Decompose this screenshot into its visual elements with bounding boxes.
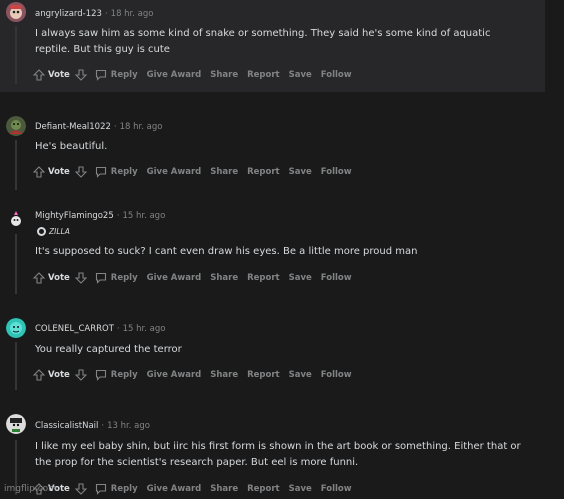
upvote-icon[interactable] (32, 68, 46, 82)
downvote-icon[interactable] (74, 482, 88, 496)
author-name[interactable]: angrylizard-123 (35, 9, 102, 19)
timestamp[interactable]: 18 hr. ago (120, 122, 163, 132)
share-button[interactable]: Share (210, 370, 238, 380)
comment: Defiant-Meal1022 · 18 hr. ago He's beautif… (0, 110, 545, 195)
upvote-icon[interactable] (32, 271, 46, 285)
reply-icon[interactable] (94, 68, 108, 82)
give-award-button[interactable]: Give Award (147, 167, 202, 177)
report-button[interactable]: Report (247, 370, 280, 380)
comment-body: I like my eel baby shin, but iirc his fi… (35, 441, 521, 468)
upvote-icon[interactable] (32, 368, 46, 382)
vote-count: Vote (48, 370, 70, 380)
comment: ClassicalistNail · 13 hr. ago I like my ee… (0, 408, 545, 499)
comment-body: It's supposed to suck? I cant even draw … (35, 246, 418, 257)
comment-actions: Vote Reply Give Award Share Report Save … (32, 482, 361, 496)
avatar[interactable] (6, 414, 26, 434)
reply-button[interactable]: Reply (111, 484, 138, 494)
downvote-icon[interactable] (74, 368, 88, 382)
save-button[interactable]: Save (289, 273, 312, 283)
comment-meta: MightyFlamingo25 · 15 hr. ago (35, 211, 165, 221)
avatar[interactable] (6, 116, 26, 136)
reply-button[interactable]: Reply (111, 370, 138, 380)
share-button[interactable]: Share (210, 70, 238, 80)
follow-button[interactable]: Follow (321, 370, 352, 380)
give-award-button[interactable]: Give Award (147, 70, 202, 80)
separator-dot: · (116, 324, 120, 334)
save-button[interactable]: Save (289, 70, 312, 80)
comment: angrylizard-123 · 18 hr. ago I always saw … (0, 0, 545, 92)
thread-line[interactable] (15, 342, 17, 390)
follow-button[interactable]: Follow (321, 70, 352, 80)
give-award-button[interactable]: Give Award (147, 484, 202, 494)
reply-button[interactable]: Reply (111, 167, 138, 177)
vote-count: Vote (48, 167, 70, 177)
reply-icon[interactable] (94, 165, 108, 179)
timestamp[interactable]: 18 hr. ago (111, 9, 154, 19)
follow-button[interactable]: Follow (321, 484, 352, 494)
comment-actions: Vote Reply Give Award Share Report Save … (32, 368, 361, 382)
comment-body: You really captured the terror (35, 344, 182, 355)
separator-dot: · (113, 122, 117, 132)
report-button[interactable]: Report (247, 273, 280, 283)
user-flair: ZILLA (37, 227, 70, 236)
reply-button[interactable]: Reply (111, 273, 138, 283)
flair-icon (37, 227, 46, 236)
vote-count: Vote (48, 273, 70, 283)
thread-line[interactable] (15, 140, 17, 190)
reply-icon[interactable] (94, 271, 108, 285)
thread-line[interactable] (15, 234, 17, 294)
reply-icon[interactable] (94, 368, 108, 382)
downvote-icon[interactable] (74, 271, 88, 285)
save-button[interactable]: Save (289, 370, 312, 380)
thread-line[interactable] (15, 26, 17, 84)
comment-meta: COLENEL_CARROT · 15 hr. ago (35, 324, 165, 334)
downvote-icon[interactable] (74, 68, 88, 82)
reply-icon[interactable] (94, 482, 108, 496)
comment: COLENEL_CARROT · 15 hr. ago You really cap… (0, 310, 545, 395)
comment-meta: angrylizard-123 · 18 hr. ago (35, 9, 153, 19)
give-award-button[interactable]: Give Award (147, 273, 202, 283)
follow-button[interactable]: Follow (321, 273, 352, 283)
share-button[interactable]: Share (210, 484, 238, 494)
flair-label: ZILLA (49, 227, 70, 236)
separator-dot: · (104, 9, 108, 19)
save-button[interactable]: Save (289, 484, 312, 494)
reply-button[interactable]: Reply (111, 70, 138, 80)
vote-count: Vote (48, 70, 70, 80)
author-name[interactable]: COLENEL_CARROT (35, 324, 114, 334)
comment-meta: ClassicalistNail · 13 hr. ago (35, 421, 150, 431)
separator-dot: · (116, 211, 120, 221)
comment-meta: Defiant-Meal1022 · 18 hr. ago (35, 122, 162, 132)
comment-body: I always saw him as some kind of snake o… (35, 28, 491, 55)
avatar[interactable] (6, 209, 26, 229)
author-name[interactable]: ClassicalistNail (35, 421, 98, 431)
timestamp[interactable]: 15 hr. ago (122, 211, 165, 221)
comment: MightyFlamingo25 · 15 hr. ago ZILLA It's s… (0, 200, 545, 300)
timestamp[interactable]: 13 hr. ago (107, 421, 150, 431)
report-button[interactable]: Report (247, 484, 280, 494)
author-name[interactable]: MightyFlamingo25 (35, 211, 114, 221)
give-award-button[interactable]: Give Award (147, 370, 202, 380)
report-button[interactable]: Report (247, 167, 280, 177)
share-button[interactable]: Share (210, 167, 238, 177)
upvote-icon[interactable] (32, 165, 46, 179)
follow-button[interactable]: Follow (321, 167, 352, 177)
comment-actions: Vote Reply Give Award Share Report Save … (32, 68, 361, 82)
report-button[interactable]: Report (247, 70, 280, 80)
save-button[interactable]: Save (289, 167, 312, 177)
comment-actions: Vote Reply Give Award Share Report Save … (32, 271, 361, 285)
author-name[interactable]: Defiant-Meal1022 (35, 122, 111, 132)
comment-body: He's beautiful. (35, 141, 108, 152)
downvote-icon[interactable] (74, 165, 88, 179)
share-button[interactable]: Share (210, 273, 238, 283)
avatar[interactable] (6, 318, 26, 338)
avatar[interactable] (6, 2, 26, 22)
timestamp[interactable]: 15 hr. ago (123, 324, 166, 334)
comment-actions: Vote Reply Give Award Share Report Save … (32, 165, 361, 179)
watermark: imgflip.com (4, 484, 57, 494)
separator-dot: · (101, 421, 105, 431)
